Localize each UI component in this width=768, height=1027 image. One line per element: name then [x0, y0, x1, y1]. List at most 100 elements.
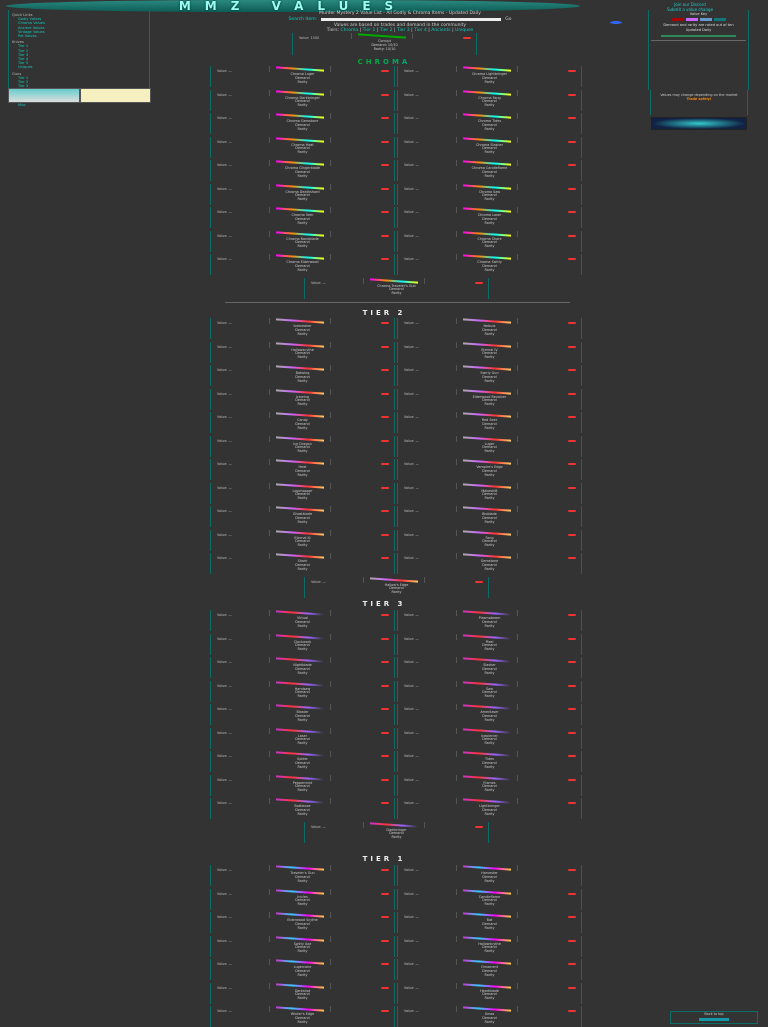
item-card[interactable]: Value: — Hallow's Edge Demand Rarity: [304, 576, 489, 598]
item-card[interactable]: Value: — Chroma Candleflame Demand Rarity: [397, 160, 582, 181]
search-go-button[interactable]: Go: [505, 17, 511, 22]
item-image: [269, 230, 331, 237]
item-card[interactable]: Value: — Ghostblade Demand Rarity: [210, 506, 395, 527]
item-card[interactable]: Value: — Batwing Demand Rarity: [210, 365, 395, 386]
item-image: [269, 982, 331, 989]
item-card[interactable]: Value: — Eternal IV Demand Rarity: [397, 341, 582, 363]
item-card[interactable]: Value: — Chroma Heat Demand Rarity: [210, 136, 395, 158]
back-to-top[interactable]: Back to top: [670, 1011, 758, 1024]
item-card[interactable]: Value: — Bioblade Demand Rarity: [397, 506, 582, 527]
item-card[interactable]: Value: — Ornament Demand Rarity: [397, 959, 582, 980]
item-card[interactable]: Value: — Chroma Saw Demand Rarity: [397, 183, 582, 205]
item-card[interactable]: Value: — Fang Demand Rarity: [397, 529, 582, 551]
item-card[interactable]: Value: — Icicles Demand Rarity: [210, 888, 395, 910]
item-rarity: Rarity: [484, 670, 495, 675]
item-rarity: Rarity: [297, 670, 308, 675]
item-card[interactable]: Value: — Darkbringer Demand Rarity: [304, 821, 489, 843]
item-card[interactable]: Value: — Chroma Seer Demand Rarity: [210, 207, 395, 228]
item-rarity: Rarity: [297, 378, 308, 383]
item-card[interactable]: Value: — Nightblade Demand Rarity: [210, 657, 395, 678]
item-card[interactable]: Value: — Chroma Traveler's Gun Demand Rari…: [304, 277, 489, 299]
item-card[interactable]: Value: — Swirly Axe Demand Rarity: [210, 935, 395, 957]
item-card[interactable]: Value: — Luger Demand Rarity: [397, 435, 582, 457]
sidebar-image[interactable]: [8, 88, 80, 103]
sidebar-link[interactable]: Pet Values: [12, 34, 146, 38]
color-swatches: [651, 18, 746, 22]
item-card[interactable]: Value: — Tides Demand Rarity: [397, 751, 582, 772]
item-card[interactable]: Value: — Handsaw Demand Rarity: [210, 680, 395, 702]
item-card[interactable]: Value: — Spider Demand Rarity: [210, 751, 395, 772]
featured-item-card[interactable]: Value: 1500 Corrupt Demand: 10/10 Rarity: 1…: [292, 33, 477, 55]
item-card[interactable]: Value: — Shark Demand Rarity: [210, 553, 395, 574]
item-image: [456, 435, 518, 442]
back-to-top-button[interactable]: [699, 1018, 729, 1021]
item-card[interactable]: Value: — Harvester Demand Rarity: [397, 865, 582, 886]
item-value: Value: —: [217, 1009, 232, 1013]
item-image: [269, 388, 331, 395]
item-card[interactable]: Value: — Icepiercer Demand Rarity: [397, 727, 582, 749]
item-card[interactable]: Value: — Icebreaker Demand Rarity: [210, 318, 395, 339]
item-value: Value: —: [217, 92, 232, 97]
item-card[interactable]: Value: — Chroma Gemstone Demand Rarity: [210, 113, 395, 134]
item-card[interactable]: Value: — Chroma Darkbringer Demand Rarity: [210, 89, 395, 111]
item-card[interactable]: Value: — Chroma Shark Demand Rarity: [397, 230, 582, 252]
item-card[interactable]: Value: — Candleflame Demand Rarity: [397, 888, 582, 910]
item-card[interactable]: Value: — Chroma Fang Demand Rarity: [397, 89, 582, 111]
item-card[interactable]: Value: — Nebula Demand Rarity: [397, 318, 582, 339]
sidebar-link[interactable]: Misc: [12, 103, 146, 107]
item-card[interactable]: Value: — Heat Demand Rarity: [210, 459, 395, 480]
item-card[interactable]: Value: — Swirly Gun Demand Rarity: [397, 365, 582, 386]
item-card[interactable]: Value: — Clockwork Demand Rarity: [210, 633, 395, 655]
item-card[interactable]: Value: — Amerilaser Demand Rarity: [397, 704, 582, 725]
item-card[interactable]: Value: — Virtual Demand Rarity: [210, 610, 395, 631]
sidebar-link[interactable]: Uniques: [12, 65, 146, 69]
item-card[interactable]: Value: — Red Seer Demand Rarity: [397, 412, 582, 433]
item-card[interactable]: Value: — Hallowscythe Demand Rarity: [210, 341, 395, 363]
item-card[interactable]: Value: — Vampire's Edge Demand Rarity: [397, 459, 582, 480]
item-card[interactable]: Value: — Chroma Laser Demand Rarity: [397, 207, 582, 228]
item-card[interactable]: Value: — Hallowscythe Demand Rarity: [397, 935, 582, 957]
item-card[interactable]: Value: — Battleaxe Demand Rarity: [210, 798, 395, 819]
item-card[interactable]: Value: — Icewing Demand Rarity: [210, 388, 395, 410]
item-card[interactable]: Value: — Chroma Lightbringer Demand Rarity: [397, 66, 582, 87]
discord-button[interactable]: [610, 21, 622, 24]
demand-badge: [381, 164, 389, 166]
demand-badge: [381, 637, 389, 640]
item-card[interactable]: Value: — Chroma Slasher Demand Rarity: [397, 136, 582, 158]
item-card[interactable]: Value: — Chroma Deathshard Demand Rarity: [210, 183, 395, 205]
item-card[interactable]: Value: — Traveler's Gun Demand Rarity: [210, 865, 395, 886]
item-card[interactable]: Value: — Laser Demand Rarity: [210, 727, 395, 749]
item-value: Value: —: [311, 579, 326, 584]
sidebar-image[interactable]: [79, 88, 151, 103]
item-card[interactable]: Value: — Lightbringer Demand Rarity: [397, 798, 582, 819]
item-card[interactable]: Value: — Chroma Boneblade Demand Rarity: [210, 230, 395, 252]
search-input[interactable]: [321, 18, 502, 21]
item-card[interactable]: Value: — Chroma Tides Demand Rarity: [397, 113, 582, 134]
item-card[interactable]: Value: — Darkshot Demand Rarity: [210, 982, 395, 1004]
item-card[interactable]: Value: — Pixel Demand Rarity: [397, 633, 582, 655]
item-card[interactable]: Value: — Gemstone Demand Rarity: [397, 553, 582, 574]
item-card[interactable]: Value: — Chroma Luger Demand Rarity: [210, 66, 395, 87]
item-card[interactable]: Value: — Makeshift Demand Rarity: [397, 482, 582, 504]
item-value: Value: —: [404, 683, 419, 688]
item-card[interactable]: Value: — Bat Demand Rarity: [397, 912, 582, 933]
item-card[interactable]: Value: — Elderwood Scythe Demand Rarity: [210, 912, 395, 933]
item-card[interactable]: Value: — Flames Demand Rarity: [397, 774, 582, 796]
item-card[interactable]: Value: — Slasher Demand Rarity: [397, 657, 582, 678]
item-card[interactable]: Value: — Heartblade Demand Rarity: [397, 982, 582, 1004]
item-card[interactable]: Value: — Saw Demand Rarity: [397, 680, 582, 702]
item-card[interactable]: Value: — Plasmabeam Demand Rarity: [397, 610, 582, 631]
item-card[interactable]: Value: — Ice Dragon Demand Rarity: [210, 435, 395, 457]
item-card[interactable]: Value: — Peppermint Demand Rarity: [210, 774, 395, 796]
item-card[interactable]: Value: — Chroma Swirly Demand Rarity: [397, 254, 582, 275]
item-card[interactable]: Value: — Lugercane Demand Rarity: [210, 959, 395, 980]
item-card[interactable]: Value: — Chroma Elderwood Demand Rarity: [210, 254, 395, 275]
item-card[interactable]: Value: — Chroma Gingerblade Demand Rarity: [210, 160, 395, 181]
banner-image[interactable]: [651, 117, 747, 130]
item-card[interactable]: Value: — Eternal III Demand Rarity: [210, 529, 395, 551]
item-card[interactable]: Value: — Candy Demand Rarity: [210, 412, 395, 433]
item-card[interactable]: Value: — Blaster Demand Rarity: [210, 704, 395, 725]
item-card[interactable]: Value: — Elderwood Revolver Demand Rarity: [397, 388, 582, 410]
item-card[interactable]: Value: — Logchopper Demand Rarity: [210, 482, 395, 504]
item-value: Value: —: [404, 962, 419, 966]
